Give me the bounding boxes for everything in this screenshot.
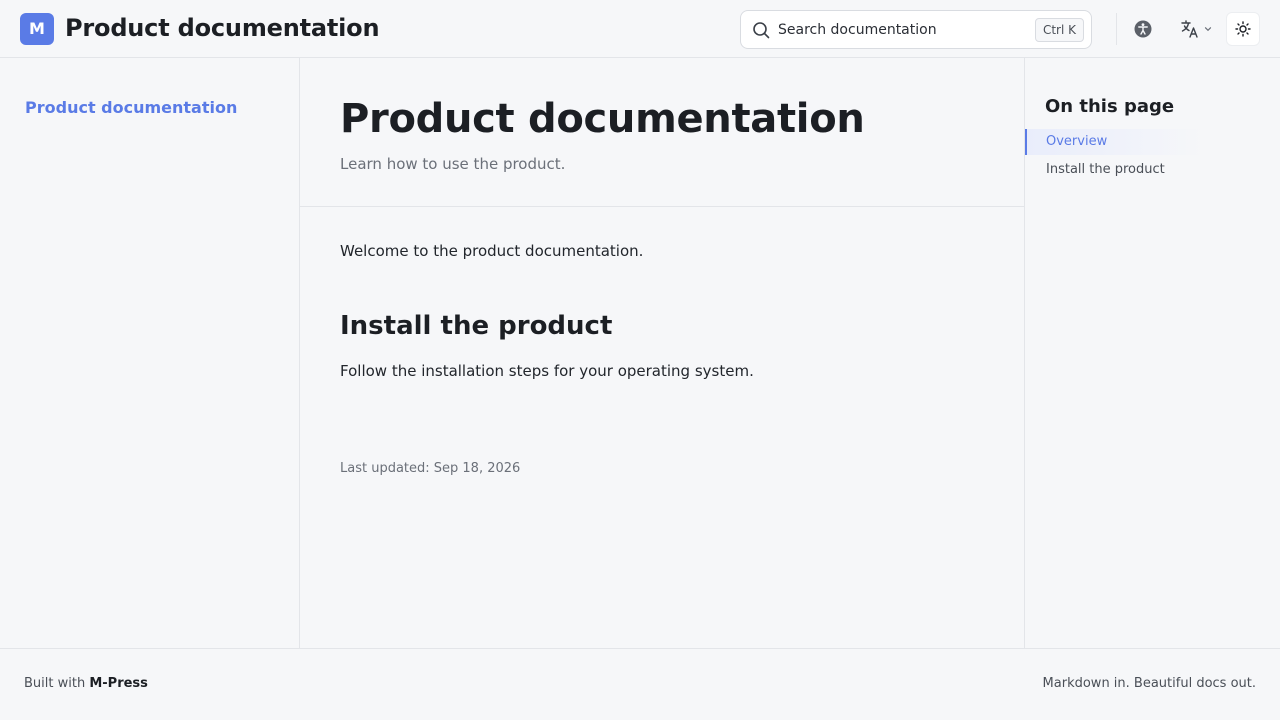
sidebar: Product documentation [0, 58, 300, 648]
footer-built-with: Built with M-Press [24, 676, 148, 691]
toc-item-overview[interactable]: Overview [1025, 129, 1205, 155]
page-title: Product documentation [340, 96, 865, 142]
site-title[interactable]: Product documentation [65, 14, 380, 42]
search-icon [753, 22, 770, 39]
sun-icon [1235, 21, 1251, 37]
toc-title: On this page [1045, 96, 1175, 117]
search-shortcut-badge: Ctrl K [1034, 18, 1084, 42]
page-description: Learn how to use the product. [340, 155, 566, 173]
footer-brand-link[interactable]: M-Press [89, 676, 148, 691]
toc-item-install-the-product[interactable]: Install the product [1025, 157, 1205, 183]
content-divider [300, 206, 1024, 207]
language-button[interactable] [1174, 12, 1218, 46]
accessibility-icon [1134, 20, 1152, 38]
footer-built-with-prefix: Built with [24, 676, 86, 691]
chevron-down-icon [1204, 27, 1212, 32]
translate-icon [1181, 20, 1198, 38]
search-placeholder: Search documentation [778, 22, 937, 38]
header-divider [1116, 13, 1117, 45]
last-updated: Last updated: Sep 18, 2026 [340, 461, 521, 476]
footer-tagline: Markdown in. Beautiful docs out. [1042, 676, 1256, 691]
intro-paragraph: Welcome to the product documentation. [340, 242, 644, 260]
sidebar-item-product-documentation[interactable]: Product documentation [25, 98, 237, 117]
theme-toggle-button[interactable] [1226, 12, 1260, 46]
section-body-install: Follow the installation steps for your o… [340, 362, 754, 380]
table-of-contents: On this page Overview Install the produc… [1024, 58, 1280, 648]
accessibility-button[interactable] [1126, 12, 1160, 46]
main-content: Product documentation Learn how to use t… [300, 58, 1024, 648]
footer: Built with M-Press Markdown in. Beautifu… [0, 648, 1280, 720]
section-heading-install: Install the product [340, 311, 613, 341]
search-box[interactable]: Search documentation Ctrl K [740, 10, 1092, 49]
top-header: M Product documentation Search documenta… [0, 0, 1280, 58]
logo[interactable]: M [20, 13, 54, 45]
